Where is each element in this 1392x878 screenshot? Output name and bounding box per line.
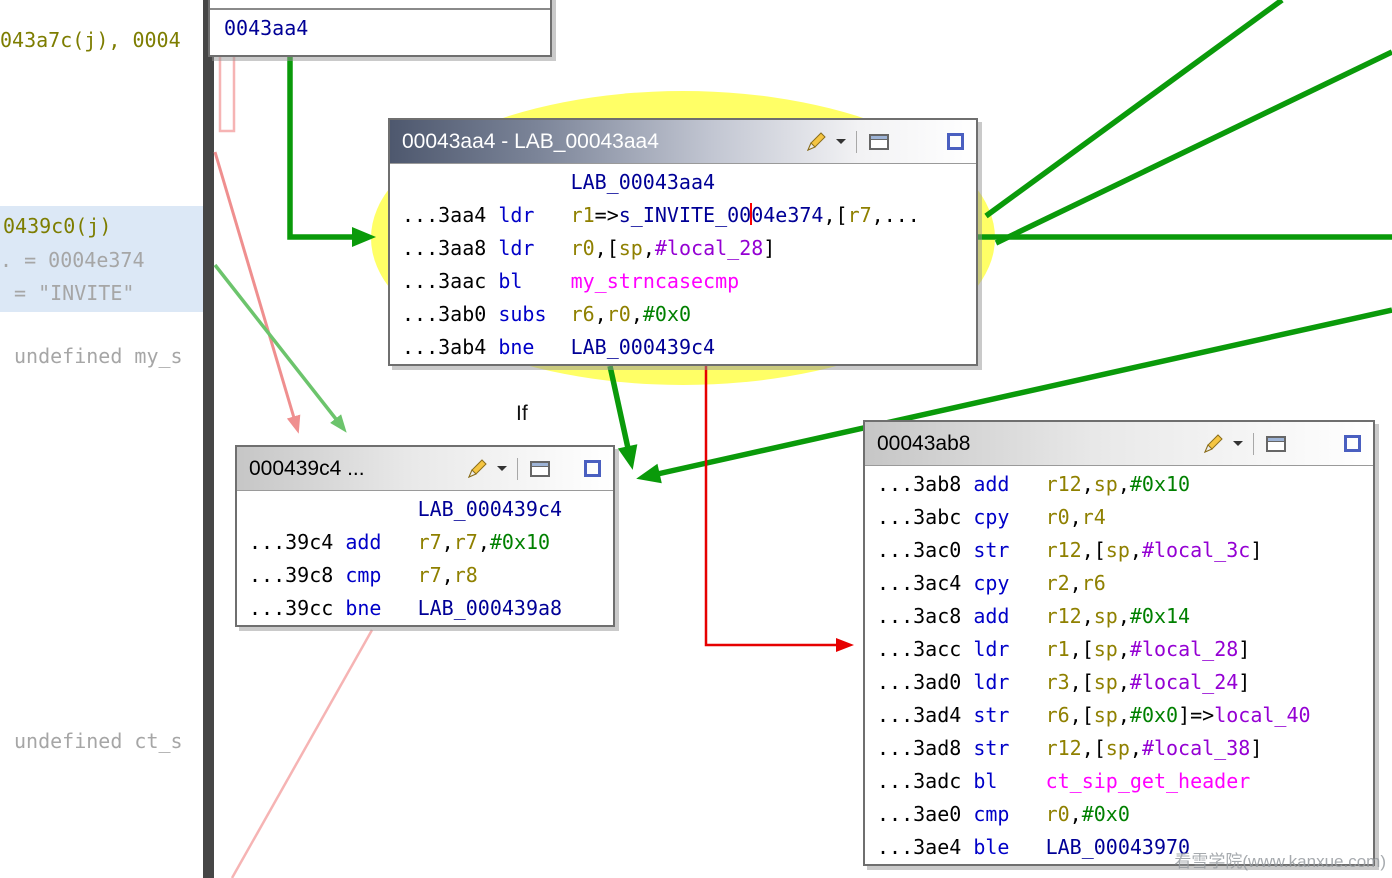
block-title: 00043ab8 [877, 431, 971, 455]
asm-instruction-row[interactable]: ...39c8 cmp r7,r8 [237, 559, 613, 592]
asm-instruction-row[interactable]: ...3ab8 add r12,sp,#0x10 [865, 468, 1373, 501]
edge-into-00043aa4[interactable] [287, 53, 376, 247]
asm-instruction-row[interactable]: ...3acc ldr r1,[sp,#local_28] [865, 633, 1373, 666]
asm-label[interactable]: LAB_00043aa4 [390, 166, 976, 199]
asm-instruction-row[interactable]: ...3adc bl ct_sip_get_header [865, 765, 1373, 798]
asm-instruction-row[interactable]: ...3ac8 add r12,sp,#0x14 [865, 600, 1373, 633]
asm-instruction-row[interactable]: ...3ae0 cmp r0,#0x0 [865, 798, 1373, 831]
asm-instruction-row[interactable]: ...3ac0 str r12,[sp,#local_3c] [865, 534, 1373, 567]
asm-instruction-row[interactable]: ...3ad4 str r6,[sp,#0x0]=>local_40 [865, 699, 1373, 732]
selection-frame-icon[interactable] [579, 456, 605, 482]
edit-label-icon[interactable] [464, 456, 490, 482]
asm-instruction-row[interactable]: ...39cc bne LAB_000439a8 [237, 592, 613, 625]
edit-label-icon[interactable] [1200, 431, 1226, 457]
edge-fallthrough-00043aa4-to-00043ab8[interactable] [704, 366, 854, 652]
asm-instruction-row[interactable]: ...39c4 add r7,r7,#0x10 [237, 526, 613, 559]
asm-instruction-row[interactable]: ...3ab0 subs r6,r0,#0x0 [390, 298, 976, 331]
edge-label: If [516, 402, 528, 425]
asm-instruction-row[interactable]: ...3ab4 bne LAB_000439c4 [390, 331, 976, 364]
edge-loop-top[interactable] [218, 57, 236, 133]
asm-instruction-row[interactable]: ...3abc cpy r0,r4 [865, 501, 1373, 534]
block-000439c4: 000439c4 ... LAB_000439c4 ...39c4 add r7… [235, 445, 615, 627]
block-inner-divider [210, 0, 550, 10]
edge-into-000439c4-pink[interactable] [213, 151, 301, 434]
asm-instruction-row[interactable]: ...3ac4 cpy r2,r6 [865, 567, 1373, 600]
dropdown-caret-icon[interactable] [835, 129, 847, 155]
dropdown-caret-icon[interactable] [496, 456, 508, 482]
block-header[interactable]: 000439c4 ... [237, 447, 613, 491]
selection-frame-icon[interactable] [1339, 431, 1365, 457]
asm-instruction-row[interactable]: ...3aa4 ldr r1=>s_INVITE_0004e374,[r7,..… [390, 199, 976, 232]
edge-out-top-right-1[interactable] [984, 0, 1284, 219]
toolbar-separator [1253, 432, 1254, 455]
edge-out-000439c4-bottom[interactable] [230, 629, 374, 878]
asm-instruction-row[interactable]: ...3ad0 ldr r3,[sp,#local_24] [865, 666, 1373, 699]
edge-into-000439c4-palegreen[interactable] [213, 263, 347, 433]
edge-out-top-right-2[interactable] [994, 49, 1392, 246]
window-icon[interactable] [1263, 431, 1289, 457]
toolbar-separator [517, 457, 518, 480]
block-title: 00043aa4 - LAB_00043aa4 [402, 129, 659, 153]
edit-label-icon[interactable] [803, 129, 829, 155]
window-icon[interactable] [527, 456, 553, 482]
asm-instruction-row[interactable]: ...3ad8 str r12,[sp,#local_38] [865, 732, 1373, 765]
block-partial-top: 0043aa4 [208, 0, 552, 57]
window-icon[interactable] [866, 129, 892, 155]
block-00043aa4: 00043aa4 - LAB_00043aa4 LAB_00043aa4 ...… [388, 118, 978, 366]
block-title: 000439c4 ... [249, 456, 365, 480]
watermark: 看雪学院(www.kanxue.com) [1174, 852, 1386, 871]
asm-row[interactable]: 0043aa4 [210, 10, 550, 46]
asm-label[interactable]: LAB_000439c4 [237, 493, 613, 526]
block-header[interactable]: 00043aa4 - LAB_00043aa4 [390, 120, 976, 164]
toolbar-separator [856, 130, 857, 153]
block-00043ab8: 00043ab8 ...3ab8 add r12,sp,#0x10 ...3ab… [863, 420, 1375, 866]
selection-frame-icon[interactable] [942, 129, 968, 155]
asm-instruction-row[interactable]: ...3aac bl my_strncasecmp [390, 265, 976, 298]
block-header[interactable]: 00043ab8 [865, 422, 1373, 466]
dropdown-caret-icon[interactable] [1232, 431, 1244, 457]
asm-instruction-row[interactable]: ...3aa8 ldr r0,[sp,#local_28] [390, 232, 976, 265]
